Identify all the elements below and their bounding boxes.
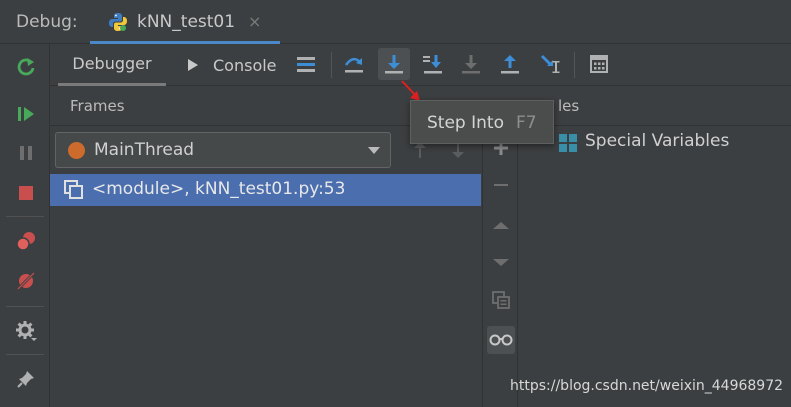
force-step-into-button[interactable] bbox=[455, 48, 487, 80]
toolbar-divider bbox=[574, 52, 575, 78]
minus-icon bbox=[494, 184, 508, 186]
resume-icon bbox=[18, 107, 34, 121]
frame-icon bbox=[64, 180, 83, 199]
step-into-tooltip: Step Into F7 bbox=[410, 100, 554, 144]
run-tab-label: kNN_test01 bbox=[137, 12, 236, 32]
variable-row[interactable]: Special Variables bbox=[518, 128, 791, 158]
glasses-icon bbox=[489, 334, 513, 346]
mute-breakpoints-button[interactable] bbox=[13, 268, 39, 294]
copy-icon bbox=[492, 291, 510, 309]
variable-label: Special Variables bbox=[585, 131, 730, 151]
step-out-icon bbox=[501, 55, 519, 74]
debug-side-toolbar bbox=[0, 44, 50, 407]
toolbar-divider bbox=[6, 216, 44, 217]
toolbar-divider bbox=[331, 52, 332, 78]
thread-status-icon bbox=[68, 142, 85, 159]
settings-button[interactable] bbox=[13, 318, 39, 344]
watermark: https://blog.csdn.net/weixin_44968972 bbox=[510, 378, 784, 394]
force-step-into-icon bbox=[462, 55, 480, 74]
rerun-button[interactable] bbox=[13, 54, 39, 80]
triangle-down-icon bbox=[493, 259, 509, 266]
pause-icon bbox=[20, 146, 32, 160]
step-into-my-code-button[interactable] bbox=[417, 48, 449, 80]
tab-console-label: Console bbox=[213, 55, 277, 75]
triangle-up-icon bbox=[493, 222, 509, 229]
tab-debugger-label: Debugger bbox=[72, 54, 152, 73]
move-down-button[interactable] bbox=[487, 248, 515, 276]
pin-tab-button[interactable] bbox=[13, 366, 39, 392]
debug-title-bar: Debug: kNN_test01 × bbox=[0, 0, 791, 44]
tooltip-shortcut: F7 bbox=[516, 113, 537, 133]
tooltip-text: Step Into bbox=[427, 113, 504, 133]
view-breakpoints-icon bbox=[16, 232, 35, 251]
run-to-cursor-button[interactable] bbox=[534, 48, 566, 80]
mute-breakpoints-icon bbox=[16, 271, 36, 291]
tab-debugger[interactable]: Debugger bbox=[58, 44, 166, 86]
pin-icon bbox=[17, 371, 34, 388]
frames-title: Frames bbox=[70, 97, 125, 115]
frame-label: <module>, kNN_test01.py:53 bbox=[92, 179, 346, 199]
console-icon bbox=[188, 59, 198, 71]
step-into-my-code-icon bbox=[423, 55, 442, 74]
variables-toolbar bbox=[482, 126, 518, 407]
step-into-icon bbox=[385, 55, 403, 74]
stop-icon bbox=[19, 186, 33, 200]
debug-label: Debug: bbox=[16, 12, 78, 32]
move-up-button[interactable] bbox=[487, 211, 515, 239]
chevron-down-icon bbox=[368, 147, 380, 154]
rerun-icon bbox=[17, 58, 35, 76]
settings-icon bbox=[16, 321, 37, 341]
run-to-cursor-icon bbox=[541, 55, 560, 73]
step-into-button[interactable] bbox=[378, 48, 410, 80]
remove-watch-button[interactable] bbox=[487, 171, 515, 199]
python-icon bbox=[109, 13, 127, 31]
thread-selector[interactable]: MainThread bbox=[55, 132, 391, 168]
toolbar-divider bbox=[6, 306, 44, 307]
thread-name: MainThread bbox=[94, 140, 195, 160]
special-variables-icon bbox=[559, 134, 577, 152]
resume-button[interactable] bbox=[13, 101, 39, 127]
pause-button[interactable] bbox=[13, 140, 39, 166]
show-watches-button[interactable] bbox=[487, 326, 515, 354]
show-execution-point-button[interactable] bbox=[290, 48, 322, 80]
view-breakpoints-button[interactable] bbox=[13, 228, 39, 254]
step-over-button[interactable] bbox=[338, 48, 370, 80]
step-out-button[interactable] bbox=[494, 48, 526, 80]
step-over-icon bbox=[344, 57, 363, 73]
tab-console[interactable]: Console bbox=[186, 44, 286, 86]
copy-watch-button[interactable] bbox=[487, 286, 515, 314]
variables-header: les bbox=[518, 86, 791, 126]
evaluate-expression-button[interactable] bbox=[583, 48, 615, 80]
stop-button[interactable] bbox=[13, 180, 39, 206]
menu-lines-icon bbox=[297, 57, 315, 72]
close-tab-icon[interactable]: × bbox=[248, 12, 261, 31]
run-config-tab[interactable]: kNN_test01 × bbox=[90, 0, 280, 44]
evaluate-expression-icon bbox=[590, 55, 608, 73]
variables-title: les bbox=[558, 97, 580, 115]
toolbar-divider bbox=[6, 354, 44, 355]
frame-list-item[interactable]: <module>, kNN_test01.py:53 bbox=[50, 174, 481, 206]
